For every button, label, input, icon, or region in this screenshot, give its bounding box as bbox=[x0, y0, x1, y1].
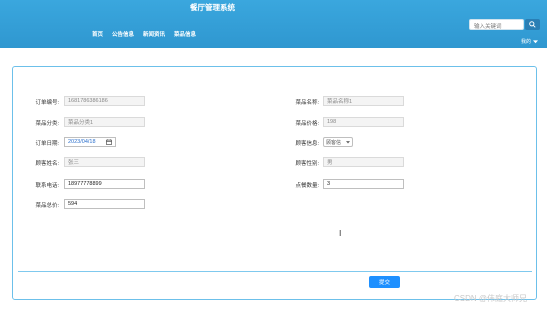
customer-name-field[interactable]: 张三 bbox=[64, 157, 145, 167]
total-field[interactable]: 594 bbox=[64, 199, 145, 209]
quantity-label: 点餐数量: bbox=[295, 183, 319, 189]
total-label: 菜品总价: bbox=[35, 203, 59, 209]
order-date-field[interactable]: 2023/04/18 bbox=[64, 137, 116, 147]
nav-item-dishes[interactable]: 菜品信息 bbox=[174, 30, 196, 38]
calendar-icon[interactable] bbox=[106, 139, 112, 145]
dish-price-label: 菜品价格: bbox=[295, 121, 319, 127]
order-date-value: 2023/04/18 bbox=[68, 139, 96, 145]
customer-gender-field[interactable]: 男 bbox=[323, 157, 404, 167]
customer-gender-label: 顾客性别: bbox=[295, 161, 319, 167]
form-divider bbox=[18, 271, 532, 272]
submit-button[interactable]: 提交 bbox=[369, 276, 400, 288]
main-nav: 首页 公告信息 新闻资讯 菜品信息 bbox=[92, 30, 196, 38]
customer-info-label: 顾客信息: bbox=[295, 141, 319, 147]
phone-label: 联系电话: bbox=[35, 183, 59, 189]
quantity-field[interactable]: 3 bbox=[323, 179, 404, 189]
site-title: 餐厅管理系统 bbox=[190, 3, 235, 12]
chevron-down-icon bbox=[533, 39, 539, 43]
search-input[interactable]: 输入关键词 bbox=[469, 19, 524, 30]
customer-name-label: 顾客姓名: bbox=[35, 161, 59, 167]
dish-category-label: 菜品分类: bbox=[35, 121, 59, 127]
nav-item-announcements[interactable]: 公告信息 bbox=[112, 30, 134, 38]
customer-info-select[interactable]: 顾客信 bbox=[323, 137, 353, 147]
user-menu-label: 我的 bbox=[521, 39, 532, 45]
order-no-field[interactable]: 1681786386186 bbox=[64, 96, 145, 106]
text-cursor-icon: Ⅰ bbox=[339, 229, 342, 238]
order-date-label: 订单日期: bbox=[35, 141, 59, 147]
search-icon bbox=[529, 21, 536, 28]
user-menu[interactable]: 我的 bbox=[521, 38, 539, 45]
dish-name-field[interactable]: 菜品名称1 bbox=[323, 96, 404, 106]
search-button[interactable] bbox=[525, 19, 540, 30]
nav-item-news[interactable]: 新闻资讯 bbox=[143, 30, 165, 38]
watermark: CSDN @伟庭大师兄 bbox=[454, 294, 528, 303]
top-header: 餐厅管理系统 首页 公告信息 新闻资讯 菜品信息 输入关键词 我的 bbox=[0, 0, 547, 48]
customer-info-value: 顾客信 bbox=[326, 139, 342, 146]
remark-textarea[interactable] bbox=[286, 199, 400, 257]
dish-category-field[interactable]: 菜品分类1 bbox=[64, 117, 145, 127]
dish-name-label: 菜品名称: bbox=[295, 100, 319, 106]
nav-item-home[interactable]: 首页 bbox=[92, 30, 103, 38]
chevron-down-icon bbox=[346, 140, 350, 143]
phone-field[interactable]: 18977778899 bbox=[64, 179, 145, 189]
dish-price-field[interactable]: 198 bbox=[323, 117, 404, 127]
order-no-label: 订单编号: bbox=[35, 100, 59, 106]
